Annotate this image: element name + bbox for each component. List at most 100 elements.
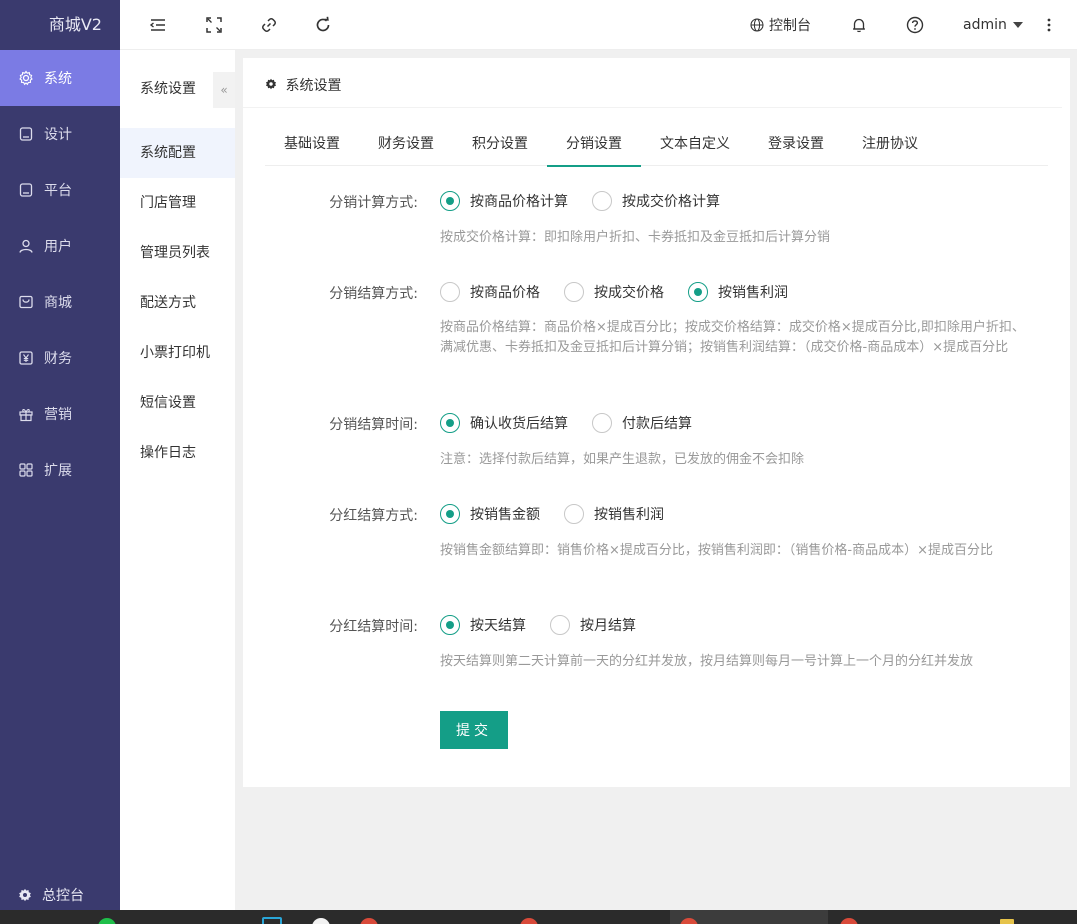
radio-label: 按商品价格计算 [470,194,568,210]
tab-login[interactable]: 登录设置 [749,124,843,166]
sidebar-item-platform[interactable]: 平台 [0,162,120,218]
radio-calc-deal-price[interactable]: 按成交价格计算 [592,191,720,211]
sidebar-item-extension[interactable]: 扩展 [0,442,120,498]
radio-bonus-sales-profit[interactable]: 按销售利润 [564,504,664,524]
taskbar-app-icon[interactable] [840,918,858,924]
sidebar-item-label: 营销 [44,407,72,423]
help-text-bonus-time: 按天结算则第二天计算前一天的分红并发放，按月结算则每月一号计算上一个月的分红并发… [440,654,974,669]
help-icon[interactable] [905,15,925,35]
settings-card: 系统设置 基础设置 财务设置 积分设置 分销设置 文本自定义 登录设置 注册协议… [243,58,1070,787]
tab-register-agreement[interactable]: 注册协议 [843,124,937,166]
radio-settle-goods-price[interactable]: 按商品价格 [440,282,540,302]
tab-custom-text[interactable]: 文本自定义 [641,124,749,166]
radio-calc-goods-price[interactable]: 按商品价格计算 [440,191,568,211]
radio-dot [440,282,460,302]
fullscreen-icon[interactable] [204,15,224,35]
gear-icon [265,58,277,114]
bell-icon[interactable] [849,15,869,35]
monitor-icon [18,126,34,142]
dashboard-link[interactable]: 总控台 [0,880,120,910]
taskbar-app-icon[interactable] [312,918,330,924]
app-title: 商城V2 [48,15,102,34]
tab-finance[interactable]: 财务设置 [359,124,453,166]
radio-group-calc: 按商品价格计算 按成交价格计算 [440,191,744,211]
taskbar-app-icon[interactable] [520,918,538,924]
taskbar-app-icon[interactable] [262,917,282,924]
radio-dot [440,413,460,433]
sidebar-item-marketing[interactable]: 营销 [0,386,120,442]
radio-dot [688,282,708,302]
radio-group-bonus-method: 按销售金额 按销售利润 [440,504,688,524]
radio-settle-profit[interactable]: 按销售利润 [688,282,788,302]
radio-label: 付款后结算 [622,416,692,432]
radio-bonus-monthly[interactable]: 按月结算 [550,615,636,635]
sidebar-item-label: 扩展 [44,463,72,479]
card-header: 系统设置 [243,58,1062,108]
console-link[interactable]: 控制台 [750,0,811,50]
os-taskbar [0,910,1077,924]
sidebar-item-user[interactable]: 用户 [0,218,120,274]
link-icon[interactable] [259,15,279,35]
radio-dot [592,413,612,433]
tab-points[interactable]: 积分设置 [453,124,547,166]
settings-tabs: 基础设置 财务设置 积分设置 分销设置 文本自定义 登录设置 注册协议 [265,124,1048,167]
collapse-subnav-button[interactable]: « [213,72,235,108]
grid-icon [18,462,34,478]
sidebar-item-system[interactable]: 系统 [0,50,120,106]
subnav-item-system-config[interactable]: 系统配置 [120,128,235,178]
settings-subnav: 系统设置 « 系统配置 门店管理 管理员列表 配送方式 小票打印机 短信设置 操… [120,50,235,910]
user-menu[interactable]: admin [963,0,1024,50]
help-text-calc: 按成交价格计算：即扣除用户折扣、卡券抵扣及金豆抵扣后计算分销 [440,230,831,245]
tab-distribution[interactable]: 分销设置 [547,124,641,167]
sidebar-item-label: 用户 [44,239,72,255]
taskbar-app-icon[interactable] [98,918,116,924]
subnav-item-printer[interactable]: 小票打印机 [120,328,235,378]
tab-basic[interactable]: 基础设置 [265,124,359,166]
radio-dot [440,615,460,635]
field-label: 分销计算方式: [329,195,418,211]
radio-bonus-sales-amount[interactable]: 按销售金额 [440,504,540,524]
radio-label: 按月结算 [580,618,636,634]
radio-label: 按销售利润 [718,285,788,301]
refresh-icon[interactable] [313,15,333,35]
radio-settle-deal-price[interactable]: 按成交价格 [564,282,664,302]
dashboard-label: 总控台 [42,888,84,904]
radio-settle-after-receipt[interactable]: 确认收货后结算 [440,413,568,433]
field-label: 分红结算方式: [329,508,418,524]
sidebar-item-shop[interactable]: 商城 [0,274,120,330]
radio-group-bonus-time: 按天结算 按月结算 [440,615,660,635]
radio-bonus-daily[interactable]: 按天结算 [440,615,526,635]
radio-dot [564,504,584,524]
field-label: 分销结算方式: [329,286,418,302]
menu-toggle-icon[interactable] [148,15,168,35]
radio-settle-after-payment[interactable]: 付款后结算 [592,413,692,433]
more-vertical-icon[interactable] [1039,15,1059,35]
subnav-item-store[interactable]: 门店管理 [120,178,235,228]
console-label: 控制台 [769,18,811,34]
submit-button[interactable]: 提交 [440,711,508,749]
sidebar-item-design[interactable]: 设计 [0,106,120,162]
gear-icon [18,70,34,86]
taskbar-folder-icon[interactable] [1000,919,1014,924]
subnav-title: 系统设置 « [120,50,235,128]
sidebar-item-finance[interactable]: 财务 [0,330,120,386]
subnav-item-sms[interactable]: 短信设置 [120,378,235,428]
main-sidebar: 商城V2 系统 设计 平台 用户 商城 财务 营销 扩展 总控台 [0,0,120,910]
radio-dot [592,191,612,211]
sidebar-item-label: 设计 [44,127,72,143]
subnav-item-logs[interactable]: 操作日志 [120,428,235,478]
sidebar-item-label: 商城 [44,295,72,311]
sidebar-item-label: 系统 [44,71,72,87]
username: admin [963,17,1007,33]
subnav-item-delivery[interactable]: 配送方式 [120,278,235,328]
radio-label: 按成交价格计算 [622,194,720,210]
card-title: 系统设置 [285,78,342,94]
radio-group-settle-method: 按商品价格 按成交价格 按销售利润 [440,282,812,302]
help-text-bonus-method: 按销售金额结算即：销售价格×提成百分比，按销售利润即：（销售价格-商品成本）×提… [440,543,993,558]
taskbar-app-icon[interactable] [360,918,378,924]
radio-label: 按商品价格 [470,285,540,301]
field-label: 分红结算时间: [329,619,418,635]
subnav-item-admins[interactable]: 管理员列表 [120,228,235,278]
sidebar-item-label: 财务 [44,351,72,367]
radio-dot [564,282,584,302]
